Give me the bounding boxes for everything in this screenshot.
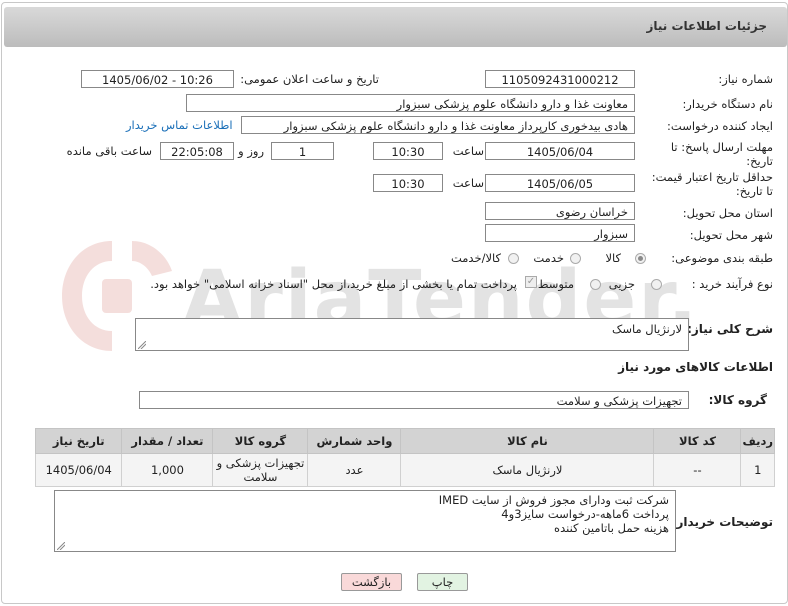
price-validity-time-field[interactable]: 10:30 (373, 174, 443, 192)
need-number-label: شماره نیاز: (718, 72, 773, 86)
col-need-date: تاریخ نیاز (34, 428, 123, 454)
cell-item-group: تجهیزات پزشکی و سلامت (212, 453, 309, 487)
treasury-payment-note: پرداخت تمام یا بخشی از مبلغ خرید،از محل … (150, 277, 517, 291)
buyer-contact-link[interactable]: اطلاعات تماس خریدار (126, 118, 233, 132)
table-header-row: ردیف کد کالا نام کالا واحد شمارش گروه کا… (34, 428, 775, 454)
items-table: ردیف کد کالا نام کالا واحد شمارش گروه کا… (34, 428, 775, 487)
goods-group-label: گروه کالا: (708, 393, 767, 407)
cell-item-name: لارنژیال ماسک (400, 453, 655, 487)
creator-label: ایجاد کننده درخواست: (667, 119, 773, 133)
announce-label: تاریخ و ساعت اعلان عمومی: (240, 72, 379, 86)
col-item-name: نام کالا (400, 428, 655, 454)
print-button[interactable]: چاپ (417, 573, 468, 591)
buyer-notes-line: شرکت ثبت ودارای مجوز فروش از سایت IMED (438, 493, 669, 507)
goods-group-field[interactable]: تجهیزات پزشکی و سلامت (139, 391, 689, 409)
category-radio-service[interactable] (570, 253, 581, 264)
city-label: شهر محل تحویل: (689, 228, 773, 242)
deadline-date-field[interactable]: 1405/06/04 (485, 142, 635, 160)
buyer-notes-label: توضیحات خریدار: (671, 515, 773, 529)
purchase-type-label: نوع فرآیند خرید : (691, 277, 773, 291)
purchase-radio-minor[interactable] (651, 279, 662, 290)
back-button[interactable]: بازگشت (341, 573, 402, 591)
buyer-org-field[interactable]: معاونت غذا و دارو دانشگاه علوم پزشکی سبز… (186, 94, 635, 112)
goods-info-title: اطلاعات کالاهای مورد نیاز (618, 360, 773, 374)
purchase-option-medium: متوسط (537, 277, 574, 291)
remaining-time-field[interactable]: 22:05:08 (160, 142, 234, 160)
deadline-time-field[interactable]: 10:30 (373, 142, 443, 160)
province-label: استان محل تحویل: (682, 206, 773, 220)
need-description-label: شرح کلی نیاز: (687, 322, 773, 336)
need-description-field[interactable]: لارنژیال ماسک (135, 318, 689, 351)
buyer-org-label: نام دستگاه خریدار: (682, 97, 773, 111)
cell-row-number: 1 (740, 453, 775, 487)
creator-field[interactable]: هادی بیدخوری کارپرداز معاونت غذا و دارو … (241, 116, 635, 134)
table-row[interactable]: 1 -- لارنژیال ماسک عدد تجهیزات پزشکی و س… (34, 453, 775, 487)
category-option-goods: کالا (605, 251, 621, 265)
col-unit: واحد شمارش (307, 428, 402, 454)
cell-need-date: 1405/06/04 (34, 453, 123, 487)
panel-header: جزئیات اطلاعات نیاز (4, 7, 787, 47)
purchase-option-minor: جزیی (608, 277, 635, 291)
panel-title: جزئیات اطلاعات نیاز (646, 19, 767, 33)
days-label: روز و (238, 144, 264, 158)
col-quantity: تعداد / مقدار (121, 428, 214, 454)
purchase-radio-medium[interactable] (590, 279, 601, 290)
cell-item-code: -- (653, 453, 742, 487)
need-details-panel: جزئیات اطلاعات نیاز AriaTender.neT شماره… (1, 2, 788, 604)
price-validity-time-label: ساعت (452, 176, 484, 190)
col-item-code: کد کالا (653, 428, 742, 454)
price-validity-date-field[interactable]: 1405/06/05 (485, 174, 635, 192)
price-validity-label-line1: حداقل تاریخ اعتبار قیمت: (651, 170, 773, 184)
treasury-payment-checkbox[interactable]: ✓ (525, 276, 537, 288)
remaining-time-label: ساعت باقی مانده (66, 144, 152, 158)
resize-handle-icon[interactable] (138, 341, 146, 349)
resize-handle-icon[interactable] (57, 542, 65, 550)
category-label: طبقه بندی موضوعی: (671, 251, 773, 265)
buyer-notes-line: پرداخت 6ماهه-درخواست سایز3و4 (501, 507, 669, 521)
category-radio-goods-service[interactable] (508, 253, 519, 264)
cell-quantity: 1,000 (121, 453, 214, 487)
deadline-label-line1: مهلت ارسال پاسخ: تا (670, 140, 773, 154)
category-option-service: خدمت (533, 251, 564, 265)
city-field[interactable]: سبزوار (485, 224, 635, 242)
announce-datetime-field[interactable]: 1405/06/02 - 10:26 (81, 70, 234, 88)
need-number-field[interactable]: 1105092431000212 (485, 70, 635, 88)
deadline-label-line2: تاریخ: (746, 154, 773, 168)
days-remaining-field[interactable]: 1 (271, 142, 334, 160)
category-radio-goods[interactable] (635, 253, 646, 264)
buyer-notes-field[interactable]: شرکت ثبت ودارای مجوز فروش از سایت IMED پ… (54, 490, 676, 552)
category-option-goods-service: کالا/خدمت (450, 251, 501, 265)
buyer-notes-line: هزینه حمل باتامین کننده (554, 521, 669, 535)
price-validity-label-line2: تا تاریخ: (735, 184, 773, 198)
col-row-number: ردیف (740, 428, 775, 454)
col-item-group: گروه کالا (212, 428, 309, 454)
cell-unit: عدد (307, 453, 402, 487)
need-description-text: لارنژیال ماسک (612, 322, 682, 336)
province-field[interactable]: خراسان رضوی (485, 202, 635, 220)
deadline-time-label: ساعت (452, 144, 484, 158)
